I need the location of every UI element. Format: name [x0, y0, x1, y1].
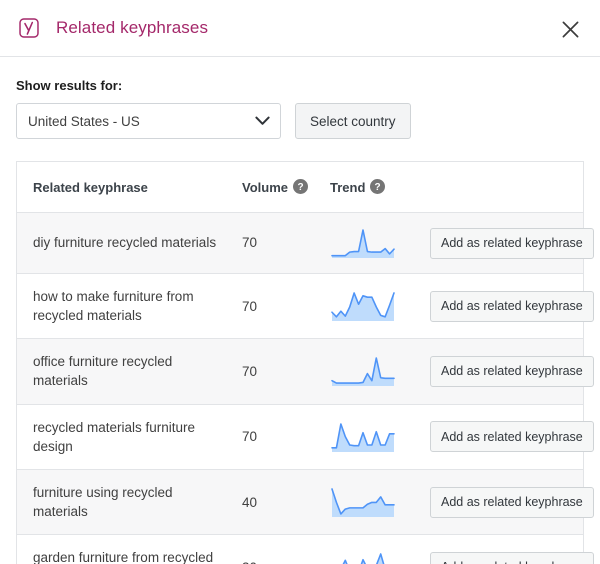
table-row: recycled materials furniture design 70 Add… [17, 404, 594, 470]
column-header-keyphrase: Related keyphrase [17, 162, 242, 213]
table-row: garden furniture from recycled material3… [17, 534, 594, 564]
column-header-volume-label: Volume [242, 180, 288, 195]
cell-keyphrase: furniture using recycled materials [17, 469, 242, 536]
chevron-down-icon [255, 116, 270, 125]
cell-action: Add as related keyphrase [430, 534, 594, 564]
add-as-related-keyphrase-button[interactable]: Add as related keyphrase [430, 355, 594, 387]
add-as-related-keyphrase-button[interactable]: Add as related keyphrase [430, 290, 594, 322]
page-title: Related keyphrases [56, 18, 209, 37]
cell-volume: 70 [242, 404, 330, 470]
modal-header: Related keyphrases [0, 0, 600, 57]
cell-trend [330, 338, 430, 405]
cell-trend [330, 273, 430, 340]
cell-keyphrase: diy furniture recycled materials [17, 212, 242, 274]
cell-trend [330, 469, 430, 536]
cell-keyphrase: garden furniture from recycled material [17, 534, 242, 564]
add-as-related-keyphrase-button[interactable]: Add as related keyphrase [430, 421, 594, 453]
trend-sparkline [331, 292, 395, 322]
help-circle-icon[interactable]: ? [370, 179, 386, 194]
cell-action: Add as related keyphrase [430, 273, 594, 340]
related-keyphrases-table-wrapper: Related keyphrase Volume? Trend? diy fur… [16, 161, 594, 564]
svg-text:?: ? [375, 182, 381, 193]
cell-volume: 40 [242, 469, 330, 536]
cell-trend [330, 404, 430, 470]
cell-keyphrase: recycled materials furniture design [17, 404, 242, 470]
country-select-value: United States - US [28, 113, 140, 129]
close-icon [562, 21, 578, 37]
cell-action: Add as related keyphrase [430, 212, 594, 274]
add-as-related-keyphrase-button[interactable]: Add as related keyphrase [430, 551, 594, 564]
table-row: office furniture recycled materials 70 Add… [17, 338, 594, 405]
add-as-related-keyphrase-button[interactable]: Add as related keyphrase [430, 486, 594, 518]
related-keyphrases-table: Related keyphrase Volume? Trend? diy fur… [17, 162, 594, 564]
column-header-keyphrase-label: Related keyphrase [33, 179, 148, 195]
table-row: how to make furniture from recycled mate… [17, 273, 594, 340]
results-controls: Show results for: United States - US Sel… [0, 57, 600, 139]
add-as-related-keyphrase-button[interactable]: Add as related keyphrase [430, 227, 594, 259]
table-body: diy furniture recycled materials 70 Add as… [17, 212, 594, 564]
table-head: Related keyphrase Volume? Trend? [17, 162, 583, 213]
cell-keyphrase: how to make furniture from recycled mate… [17, 273, 242, 340]
trend-sparkline [331, 422, 395, 452]
help-circle-icon[interactable]: ? [293, 179, 308, 194]
cell-volume: 70 [242, 212, 330, 274]
table-row: diy furniture recycled materials 70 Add as… [17, 212, 594, 274]
select-country-button[interactable]: Select country [295, 103, 411, 139]
related-keyphrases-modal: Related keyphrases Show results for: Uni… [0, 0, 600, 564]
column-header-trend-label: Trend [330, 180, 366, 195]
cell-volume: 70 [242, 273, 330, 340]
trend-sparkline [342, 553, 385, 564]
trend-sparkline [331, 488, 395, 518]
cell-volume: 70 [242, 338, 330, 405]
cell-trend [330, 212, 430, 274]
table-header-row: Related keyphrase Volume? Trend? [17, 162, 583, 213]
table-row: furniture using recycled materials 40 Add … [17, 469, 594, 536]
cell-action: Add as related keyphrase [430, 469, 594, 536]
cell-action: Add as related keyphrase [430, 338, 594, 405]
cell-volume: 30 [242, 534, 330, 564]
country-select[interactable]: United States - US [16, 103, 281, 139]
trend-sparkline [331, 357, 395, 387]
cell-action: Add as related keyphrase [430, 404, 594, 470]
svg-text:?: ? [297, 182, 303, 193]
controls-row: United States - US Select country [16, 103, 584, 139]
show-results-for-label: Show results for: [16, 78, 123, 93]
yoast-logo-icon [19, 18, 39, 38]
column-header-action [430, 162, 583, 213]
close-button[interactable] [554, 13, 586, 45]
trend-sparkline [331, 229, 395, 258]
cell-keyphrase: office furniture recycled materials [17, 338, 242, 405]
column-header-volume: Volume? [242, 162, 330, 213]
cell-trend [330, 534, 430, 564]
column-header-trend: Trend? [330, 162, 430, 213]
